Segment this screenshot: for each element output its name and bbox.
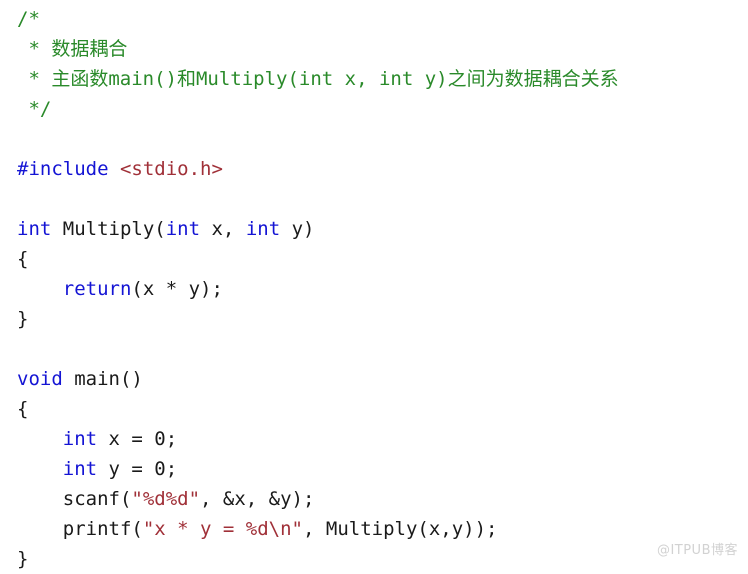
code-token-plain: y = 0; [97, 458, 178, 480]
code-line: * 数据耦合 [17, 34, 619, 64]
code-token-comment: * 主函数main()和Multiply(int x, int y)之间为数据耦… [17, 68, 619, 90]
code-token-keyword: void [17, 368, 63, 390]
code-token-plain: printf( [17, 518, 143, 540]
code-line: printf("x * y = %d\n", Multiply(x,y)); [17, 514, 619, 544]
code-line: { [17, 244, 619, 274]
code-token-string: "x * y = %d\n" [142, 518, 303, 540]
code-token-keyword: return [62, 278, 132, 300]
code-line: scanf("%d%d", &x, &y); [17, 484, 619, 514]
code-line: } [17, 544, 619, 574]
code-token-comment: * 数据耦合 [17, 38, 128, 60]
code-token-plain: scanf( [17, 488, 132, 510]
code-token-keyword: int [165, 218, 201, 240]
code-token-plain: { [17, 398, 29, 420]
code-token-plain: } [17, 548, 29, 570]
code-line: * 主函数main()和Multiply(int x, int y)之间为数据耦… [17, 64, 619, 94]
code-line: /* [17, 4, 619, 34]
code-token-plain: y) [280, 218, 315, 240]
code-token-string: <stdio.h> [119, 158, 223, 180]
code-token-plain: Multiply( [51, 218, 166, 240]
code-token-keyword: #include [17, 158, 109, 180]
code-token-keyword: int [17, 218, 52, 240]
code-token-keyword: int [62, 458, 98, 480]
code-line: int y = 0; [17, 454, 619, 484]
code-token-keyword: int [62, 428, 98, 450]
code-line: } [17, 304, 619, 334]
code-token-plain: , Multiply(x,y)); [303, 518, 498, 540]
code-line: */ [17, 94, 619, 124]
code-token-plain: } [17, 308, 29, 330]
code-token-comment: */ [17, 98, 52, 120]
code-token-plain: x, [200, 218, 246, 240]
code-line: int x = 0; [17, 424, 619, 454]
watermark: @ITPUB博客 [656, 543, 738, 558]
code-line: { [17, 394, 619, 424]
code-token-plain: main() [62, 368, 143, 390]
code-line: void main() [17, 364, 619, 394]
code-token-plain: { [17, 248, 29, 270]
code-token-plain: , &x, &y); [200, 488, 315, 510]
code-line: #include <stdio.h> [17, 154, 619, 184]
code-listing: /* * 数据耦合 * 主函数main()和Multiply(int x, in… [17, 4, 619, 574]
code-token-comment: /* [17, 8, 40, 30]
code-token-string: "%d%d" [131, 488, 201, 510]
code-line: return(x * y); [17, 274, 619, 304]
code-line: int Multiply(int x, int y) [17, 214, 619, 244]
code-token-plain: (x * y); [131, 278, 223, 300]
code-token-keyword: int [245, 218, 281, 240]
code-token-plain: x = 0; [97, 428, 178, 450]
